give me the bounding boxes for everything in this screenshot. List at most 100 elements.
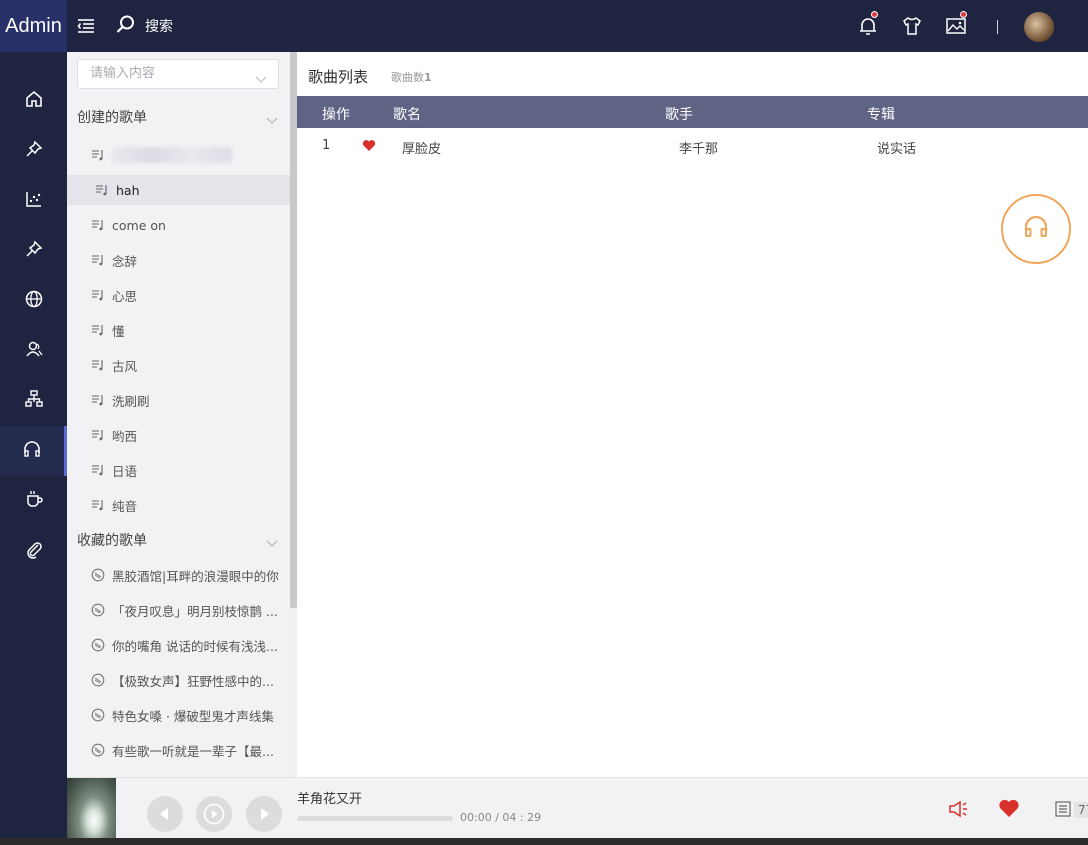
header-divider (997, 20, 998, 34)
collected-playlist-item[interactable]: 【极致女声】狂野性感中的... (67, 665, 290, 695)
collect-disc-icon (91, 743, 105, 757)
users-icon (24, 339, 44, 363)
next-button[interactable] (246, 796, 282, 832)
music-list-icon (91, 148, 105, 162)
heart-icon[interactable] (998, 799, 1020, 823)
sitemap-icon (24, 389, 44, 413)
playlist-item[interactable]: 哟西 (67, 420, 290, 450)
playlist-button[interactable]: 77 (1055, 800, 1088, 820)
music-list-icon (91, 253, 105, 267)
pin-icon (24, 139, 44, 163)
playlist-item-label: 洗刷刷 (112, 393, 150, 409)
collect-disc-icon (91, 568, 105, 582)
playlist-item[interactable]: come on (67, 210, 290, 240)
top-bar: Admin 搜索 (0, 0, 1088, 52)
collected-playlists-title[interactable]: 收藏的歌单 (77, 530, 147, 550)
shirt-icon[interactable] (901, 15, 923, 37)
row-index: 1 (322, 138, 331, 153)
rail-users[interactable] (0, 326, 67, 376)
collect-disc-icon (91, 673, 105, 687)
table-header: 操作 歌名 歌手 专辑 (297, 96, 1088, 128)
headphones-icon (22, 439, 42, 463)
collected-playlist-label: 【极致女声】狂野性感中的... (112, 673, 274, 689)
headphones-icon (1021, 212, 1051, 246)
sidebar-scrollbar[interactable] (290, 52, 297, 608)
bell-icon[interactable] (857, 11, 879, 37)
collected-playlist-item[interactable]: 你的嘴角 说话的时候有浅浅... (67, 630, 290, 660)
collected-playlist-item[interactable]: 「夜月叹息」明月别枝惊鹊 ... (67, 595, 290, 625)
playlist-item[interactable]: 心思 (67, 280, 290, 310)
playlist-item[interactable]: 纯音 (67, 490, 290, 520)
menu-toggle-icon[interactable] (77, 17, 95, 35)
progress-bar[interactable] (297, 816, 453, 821)
rail-home[interactable] (0, 76, 67, 126)
header-search[interactable]: 搜索 (116, 14, 173, 38)
chevron-down-icon[interactable] (266, 110, 278, 129)
playlist-item-label: 懂 (112, 323, 125, 339)
rail-attach[interactable] (0, 526, 67, 576)
music-list-icon (91, 498, 105, 512)
playlist-item[interactable]: 古风 (67, 350, 290, 380)
rail-coffee[interactable] (0, 476, 67, 526)
collected-playlist-item[interactable]: 特色女嗓 · 爆破型鬼才声线集 (67, 700, 290, 730)
search-label: 搜索 (145, 19, 173, 35)
float-music-button[interactable] (1001, 194, 1071, 264)
collected-playlist-label: 你的嘴角 说话的时候有浅浅... (112, 638, 278, 654)
rail-pin[interactable] (0, 126, 67, 176)
collect-disc-icon (91, 638, 105, 652)
chart-icon (24, 189, 44, 213)
collected-playlist-item[interactable]: 黑胶酒馆|耳畔的浪漫眼中的你 (67, 560, 290, 590)
music-list-icon (91, 218, 105, 232)
collected-playlist-item[interactable]: 有些歌一听就是一辈子【最... (67, 735, 290, 765)
rail-globe[interactable] (0, 276, 67, 326)
window-bottom-edge (0, 838, 1088, 845)
playlist-item-label: 纯音 (112, 498, 138, 514)
blurred-playlist-name (112, 147, 232, 163)
playlist-item-label: 日语 (112, 463, 138, 479)
rail-chart[interactable] (0, 176, 67, 226)
col-album: 专辑 (867, 107, 895, 123)
play-button[interactable] (196, 796, 232, 832)
rail-pin-2[interactable] (0, 226, 67, 276)
playlist-item-label: 念辞 (112, 253, 138, 269)
globe-icon (24, 289, 44, 313)
chevron-down-icon[interactable] (255, 69, 280, 88)
collected-playlist-label: 「夜月叹息」明月别枝惊鹊 ... (112, 603, 278, 619)
image-icon[interactable] (945, 11, 967, 37)
playlist-item[interactable]: 念辞 (67, 245, 290, 275)
brand-logo[interactable]: Admin (0, 0, 67, 52)
prev-button[interactable] (147, 796, 183, 832)
playlist-item-label: hah (116, 182, 140, 198)
music-list-icon (91, 463, 105, 477)
notification-dot (871, 11, 878, 18)
song-album[interactable]: 说实话 (877, 138, 916, 157)
track-time: 00:00 / 04 : 29 (460, 811, 542, 824)
playlist-item[interactable]: 洗刷刷 (67, 385, 290, 415)
rail-sitemap[interactable] (0, 376, 67, 426)
playlist-item[interactable] (67, 140, 290, 170)
playlist-search-input[interactable]: 请输入内容 (77, 59, 279, 89)
chevron-down-icon[interactable] (266, 533, 278, 552)
music-list-icon (91, 323, 105, 337)
col-singer: 歌手 (665, 107, 693, 123)
heart-icon[interactable] (362, 139, 376, 156)
song-name[interactable]: 厚脸皮 (402, 138, 441, 157)
playlist-item-label: 哟西 (112, 428, 138, 444)
nav-rail (0, 52, 67, 845)
volume-icon[interactable] (948, 799, 970, 823)
playlist-item[interactable]: hah (67, 175, 290, 205)
avatar[interactable] (1024, 12, 1054, 42)
collected-playlist-label: 黑胶酒馆|耳畔的浪漫眼中的你 (112, 568, 279, 584)
created-playlists-title[interactable]: 创建的歌单 (77, 107, 147, 127)
table-row[interactable]: 1 厚脸皮 李千那 说实话 (297, 130, 1088, 162)
col-action: 操作 (322, 107, 350, 123)
music-list-icon (95, 183, 109, 197)
playlist-item-label: 古风 (112, 358, 138, 374)
playlist-item[interactable]: 日语 (67, 455, 290, 485)
playlist-item[interactable]: 懂 (67, 315, 290, 345)
rail-music[interactable] (0, 426, 67, 476)
home-icon (24, 89, 44, 113)
player-bar: 羊角花又开 00:00 / 04 : 29 77 (67, 777, 1088, 839)
album-cover[interactable] (67, 778, 116, 839)
song-singer[interactable]: 李千那 (679, 138, 718, 157)
